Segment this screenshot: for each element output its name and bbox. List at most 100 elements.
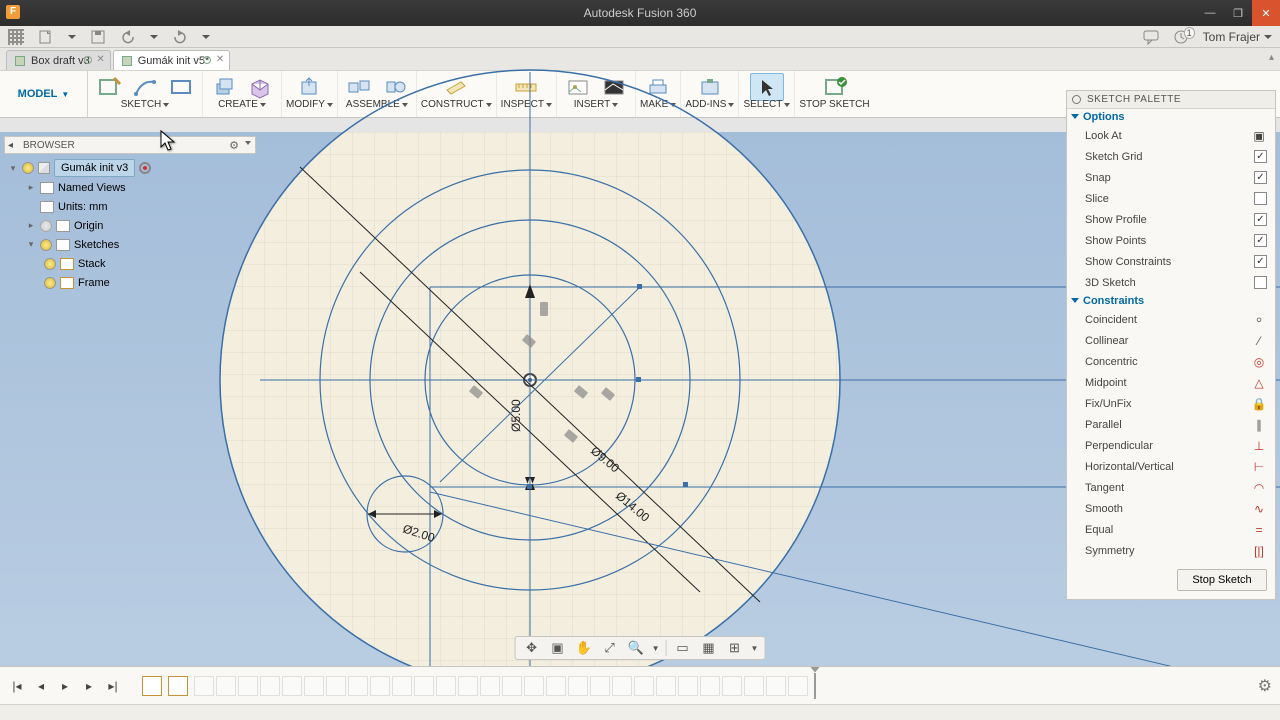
minimize-button[interactable]: —: [1196, 0, 1224, 26]
option-look-at[interactable]: Look At▣: [1067, 125, 1275, 146]
timeline-step[interactable]: [744, 676, 764, 696]
option-show-profile[interactable]: Show Profile✓: [1067, 209, 1275, 230]
visibility-icon[interactable]: [40, 220, 52, 232]
visibility-icon[interactable]: [40, 239, 52, 251]
press-pull-icon[interactable]: [292, 73, 326, 101]
constraint-concentric[interactable]: Concentric◎: [1067, 351, 1275, 372]
timeline-step[interactable]: [524, 676, 544, 696]
timeline-marker[interactable]: [814, 673, 816, 699]
box-icon[interactable]: [243, 73, 277, 101]
measure-icon[interactable]: [509, 73, 543, 101]
option-slice[interactable]: Slice: [1067, 188, 1275, 209]
tab-close-icon[interactable]: ✕: [96, 54, 104, 65]
constraint-perpendicular[interactable]: Perpendicular⊥: [1067, 435, 1275, 456]
timeline-step[interactable]: [568, 676, 588, 696]
zoom-icon[interactable]: ⤢: [600, 639, 620, 657]
fit-icon[interactable]: 🔍: [626, 639, 646, 657]
constraint-symmetry[interactable]: Symmetry[|]: [1067, 540, 1275, 561]
display-icon[interactable]: ▭: [673, 639, 693, 657]
chevron-down-icon[interactable]: [245, 141, 251, 145]
timeline-step[interactable]: [260, 676, 280, 696]
ribbon-label-assemble[interactable]: ASSEMBLE: [346, 99, 408, 110]
maximize-button[interactable]: ❐: [1224, 0, 1252, 26]
timeline-step[interactable]: [612, 676, 632, 696]
extrude-icon[interactable]: [207, 73, 241, 101]
timeline-step[interactable]: [766, 676, 786, 696]
ribbon-label-construct[interactable]: CONSTRUCT: [421, 99, 492, 110]
node-stack[interactable]: Stack: [4, 254, 256, 273]
timeline-step[interactable]: [700, 676, 720, 696]
node-named-views[interactable]: ▸ Named Views: [4, 178, 256, 197]
plane-icon[interactable]: [439, 73, 473, 101]
job-status-icon[interactable]: 1: [1173, 29, 1189, 45]
timeline-play-icon[interactable]: ▸: [56, 677, 74, 695]
timeline-step[interactable]: [502, 676, 522, 696]
timeline-step[interactable]: [168, 676, 188, 696]
tab-gumak-init[interactable]: Gumák init v5* ✕: [113, 50, 231, 70]
constraint-collinear[interactable]: Collinear⁄: [1067, 330, 1275, 351]
timeline-end-icon[interactable]: ▸|: [104, 677, 122, 695]
comments-icon[interactable]: [1143, 29, 1159, 45]
orbit-icon[interactable]: ✥: [522, 639, 542, 657]
workspace-selector[interactable]: MODEL▼: [0, 71, 88, 117]
ribbon-label-modify[interactable]: MODIFY: [286, 99, 333, 110]
timeline-step[interactable]: [480, 676, 500, 696]
expand-icon[interactable]: ▸: [26, 182, 36, 193]
timeline-step[interactable]: [788, 676, 808, 696]
constraint-coincident[interactable]: Coincident⸰: [1067, 309, 1275, 330]
joint-icon[interactable]: [342, 73, 376, 101]
option-show-points[interactable]: Show Points✓: [1067, 230, 1275, 251]
constraint-horizontal-vertical[interactable]: Horizontal/Vertical⊢: [1067, 456, 1275, 477]
option-snap[interactable]: Snap✓: [1067, 167, 1275, 188]
constraint-parallel[interactable]: Parallel∥: [1067, 414, 1275, 435]
ribbon-label-stop-sketch[interactable]: STOP SKETCH: [799, 99, 869, 110]
close-button[interactable]: ✕: [1252, 0, 1280, 26]
stop-sketch-icon[interactable]: [818, 73, 852, 101]
visibility-icon[interactable]: [44, 277, 56, 289]
tab-close-icon[interactable]: ✕: [216, 54, 224, 65]
ribbon-label-addins[interactable]: ADD-INS: [685, 99, 734, 110]
expand-icon[interactable]: ▸: [26, 220, 36, 231]
grid-icon[interactable]: ▦: [699, 639, 719, 657]
line-icon[interactable]: [128, 73, 162, 101]
dim-5[interactable]: Ø5.00: [509, 399, 523, 432]
node-frame[interactable]: Frame: [4, 273, 256, 292]
node-sketches[interactable]: ▾ Sketches: [4, 235, 256, 254]
option-sketch-grid[interactable]: Sketch Grid✓: [1067, 146, 1275, 167]
file-dropdown-icon[interactable]: [68, 35, 76, 39]
ribbon-label-inspect[interactable]: INSPECT: [501, 99, 552, 110]
file-new-icon[interactable]: [38, 29, 54, 45]
constraint-fix-unfix[interactable]: Fix/UnFix🔒: [1067, 393, 1275, 414]
timeline-step[interactable]: [238, 676, 258, 696]
ribbon-label-create[interactable]: CREATE: [218, 99, 266, 110]
stop-sketch-button[interactable]: Stop Sketch: [1177, 569, 1267, 591]
constraint-tangent[interactable]: Tangent◠: [1067, 477, 1275, 498]
activate-icon[interactable]: [139, 162, 151, 174]
print-icon[interactable]: [641, 73, 675, 101]
addins-icon[interactable]: [693, 73, 727, 101]
timeline-settings-icon[interactable]: ⚙: [1258, 676, 1272, 696]
ribbon-label-select[interactable]: SELECT: [743, 99, 790, 110]
visibility-icon[interactable]: [44, 258, 56, 270]
browser-header[interactable]: ◂ BROWSER ⚙: [4, 136, 256, 154]
ribbon-label-sketch[interactable]: SKETCH: [121, 99, 170, 110]
timeline-back-icon[interactable]: ◂: [32, 677, 50, 695]
expand-icon[interactable]: ▾: [8, 163, 18, 174]
timeline-step[interactable]: [326, 676, 346, 696]
timeline-step[interactable]: [392, 676, 412, 696]
timeline-step[interactable]: [414, 676, 434, 696]
viewports-icon[interactable]: ⊞: [725, 639, 745, 657]
timeline-fwd-icon[interactable]: ▸: [80, 677, 98, 695]
timeline-step[interactable]: [348, 676, 368, 696]
save-icon[interactable]: [90, 29, 106, 45]
option-show-constraints[interactable]: Show Constraints✓: [1067, 251, 1275, 272]
timeline-step[interactable]: [546, 676, 566, 696]
visibility-icon[interactable]: [22, 162, 34, 174]
timeline-step[interactable]: [282, 676, 302, 696]
option--d-sketch[interactable]: 3D Sketch: [1067, 272, 1275, 293]
rectangle-icon[interactable]: [164, 73, 198, 101]
app-menu-icon[interactable]: [8, 29, 24, 45]
constraint-equal[interactable]: Equal=: [1067, 519, 1275, 540]
section-options[interactable]: Options: [1067, 109, 1275, 125]
timeline-start-icon[interactable]: |◂: [8, 677, 26, 695]
